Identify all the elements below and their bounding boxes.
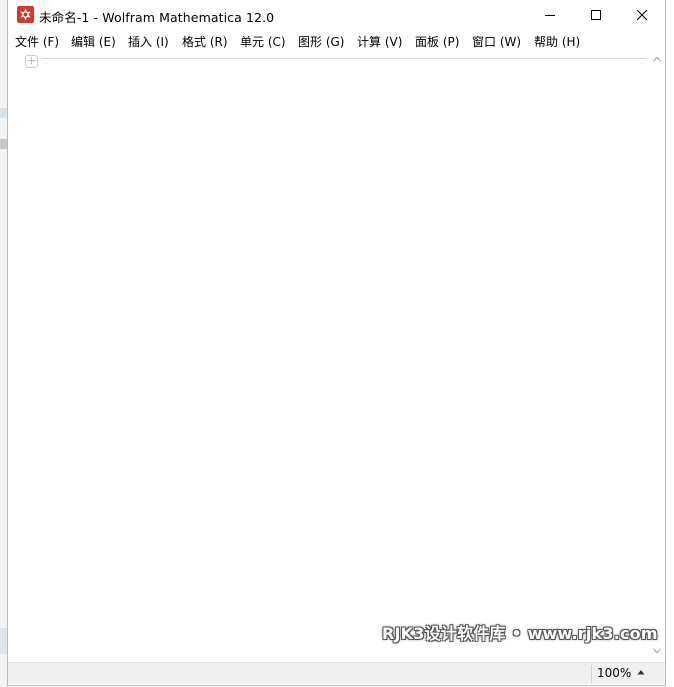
title-bar[interactable]: 未命名-1 - Wolfram Mathematica 12.0	[8, 0, 665, 30]
menu-graphics[interactable]: 图形 (G)	[298, 33, 344, 50]
vertical-scrollbar[interactable]	[649, 52, 665, 662]
chevron-up-icon[interactable]	[653, 56, 661, 62]
menu-bar: 文件 (F) 编辑 (E) 插入 (I) 格式 (R) 单元 (C) 图形 (G…	[8, 30, 665, 51]
status-bar: 100%	[8, 662, 665, 684]
minimize-icon	[545, 15, 555, 16]
maximize-button[interactable]	[573, 0, 619, 30]
minimize-button[interactable]	[527, 0, 573, 30]
desktop-background	[0, 0, 7, 687]
window-title: 未命名-1 - Wolfram Mathematica 12.0	[39, 10, 275, 25]
menu-palettes[interactable]: 面板 (P)	[415, 33, 459, 50]
triangle-up-icon[interactable]	[637, 669, 645, 675]
background-fragment	[0, 108, 7, 118]
menu-help[interactable]: 帮助 (H)	[534, 33, 580, 50]
chevron-down-icon[interactable]	[653, 648, 661, 654]
watermark-caption: RJK3设计软件库 • www.rjk3.com	[382, 624, 658, 643]
cell-insertion-point[interactable]: +	[25, 55, 38, 68]
close-icon	[636, 9, 648, 21]
mathematica-spikey-icon[interactable]	[17, 6, 34, 23]
menu-edit[interactable]: 编辑 (E)	[71, 33, 116, 50]
menu-window[interactable]: 窗口 (W)	[472, 33, 521, 50]
close-button[interactable]	[619, 0, 665, 30]
divider	[591, 665, 592, 683]
maximize-icon	[591, 10, 601, 20]
cell-insertion-line	[41, 58, 647, 59]
menu-insert[interactable]: 插入 (I)	[128, 33, 169, 50]
notebook-area[interactable]: +	[8, 52, 649, 662]
mathematica-window: 未命名-1 - Wolfram Mathematica 12.0 文件 (F) …	[7, 0, 666, 686]
zoom-level[interactable]: 100%	[597, 666, 631, 680]
menu-evaluation[interactable]: 计算 (V)	[357, 33, 402, 50]
background-fragment	[0, 139, 7, 149]
background-fragment	[0, 628, 7, 654]
menu-cell[interactable]: 单元 (C)	[240, 33, 286, 50]
menu-format[interactable]: 格式 (R)	[182, 33, 228, 50]
menu-file[interactable]: 文件 (F)	[15, 33, 59, 50]
